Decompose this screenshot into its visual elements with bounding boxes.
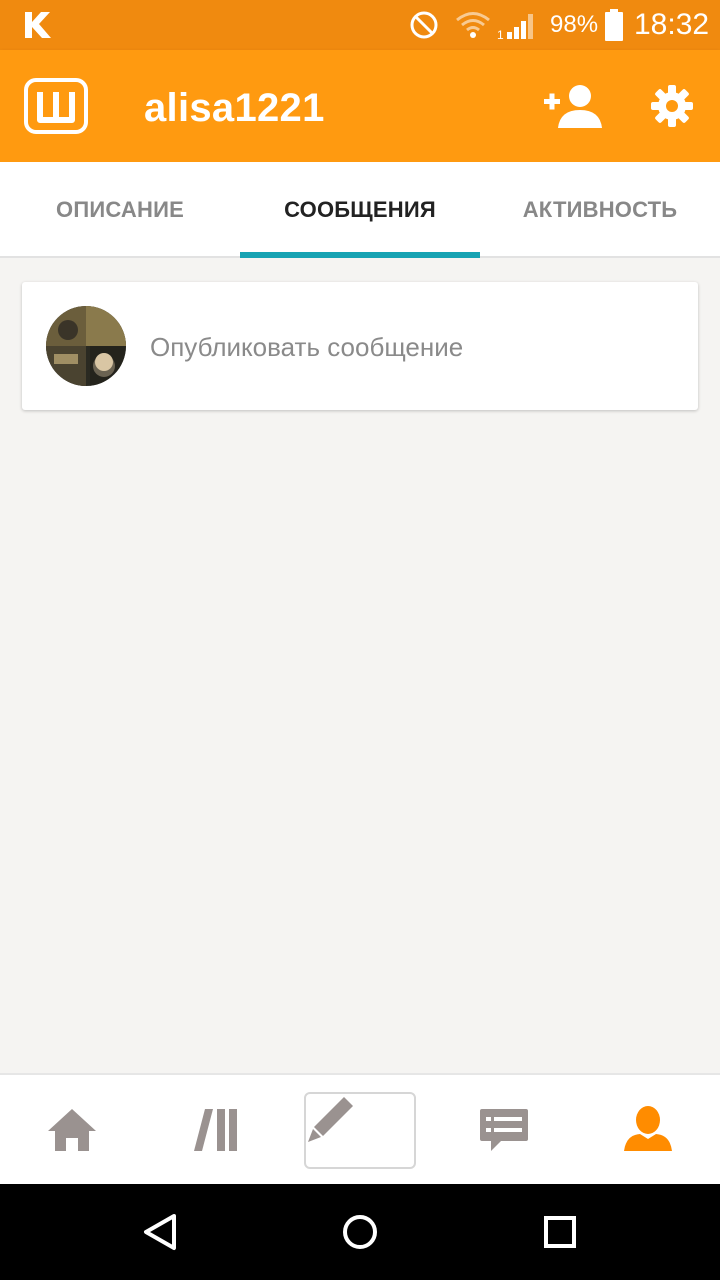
tab-activity[interactable]: АКТИВНОСТЬ bbox=[480, 162, 720, 258]
nav-profile[interactable] bbox=[576, 1075, 720, 1184]
status-bar: 1 98% 18:32 bbox=[0, 0, 720, 50]
tab-label: СООБЩЕНИЯ bbox=[284, 197, 436, 222]
library-icon bbox=[194, 1109, 237, 1151]
recents-icon[interactable] bbox=[540, 1212, 580, 1252]
nav-write[interactable] bbox=[304, 1092, 416, 1169]
write-pencil-icon bbox=[308, 1097, 353, 1142]
compose-message-card[interactable]: Опубликовать сообщение bbox=[22, 282, 698, 410]
app-bar: alisa1221 bbox=[0, 50, 720, 162]
profile-tabs: ОПИСАНИЕ СООБЩЕНИЯ АКТИВНОСТЬ bbox=[0, 162, 720, 258]
nav-home[interactable] bbox=[0, 1075, 144, 1184]
profile-username: alisa1221 bbox=[144, 86, 325, 130]
tab-label: АКТИВНОСТЬ bbox=[522, 197, 678, 222]
settings-gear-icon[interactable] bbox=[650, 84, 694, 128]
compose-prompt: Опубликовать сообщение bbox=[150, 332, 464, 362]
svg-text:1: 1 bbox=[497, 28, 504, 40]
bottom-navigation bbox=[0, 1073, 720, 1184]
tab-label: ОПИСАНИЕ bbox=[56, 197, 184, 222]
battery-percent: 98% bbox=[550, 11, 599, 38]
nav-library[interactable] bbox=[144, 1075, 288, 1184]
do-not-disturb-icon bbox=[410, 11, 438, 39]
carrier-k-icon bbox=[25, 12, 51, 38]
profile-icon bbox=[624, 1106, 672, 1151]
wattpad-logo-icon[interactable] bbox=[24, 78, 88, 134]
tab-description[interactable]: ОПИСАНИЕ bbox=[0, 162, 240, 258]
home-icon bbox=[48, 1109, 96, 1151]
avatar bbox=[46, 306, 126, 386]
battery-icon bbox=[605, 9, 623, 41]
messages-icon bbox=[480, 1109, 528, 1151]
nav-messages[interactable] bbox=[432, 1075, 576, 1184]
tab-messages[interactable]: СООБЩЕНИЯ bbox=[240, 162, 480, 258]
tab-active-indicator bbox=[240, 252, 480, 258]
add-user-icon[interactable] bbox=[544, 84, 602, 130]
signal-icon: 1 bbox=[497, 14, 533, 40]
back-icon[interactable] bbox=[140, 1212, 180, 1252]
system-navigation-bar bbox=[0, 1184, 720, 1280]
wifi-icon bbox=[456, 12, 490, 38]
clock: 18:32 bbox=[634, 8, 710, 41]
home-circle-icon[interactable] bbox=[340, 1212, 380, 1252]
